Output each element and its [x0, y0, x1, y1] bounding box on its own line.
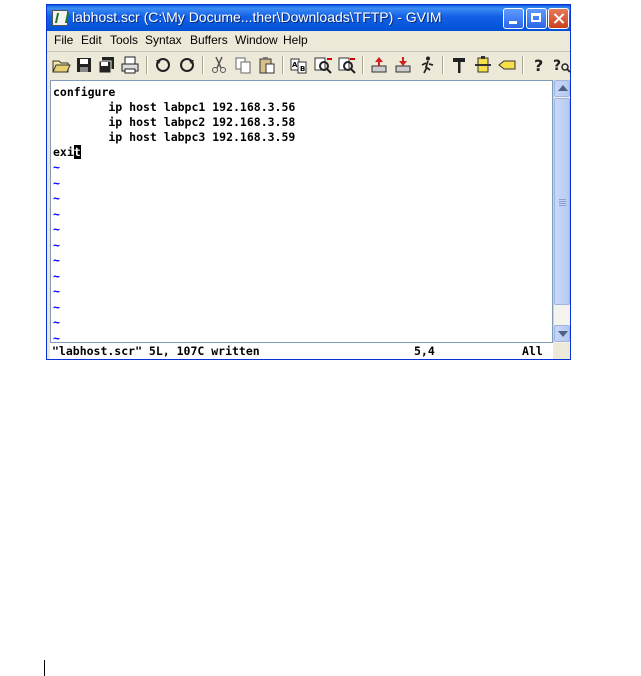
menu-window[interactable]: Window: [235, 33, 278, 47]
grip-line: [559, 205, 566, 206]
run-script-icon[interactable]: [417, 55, 437, 75]
svg-text:B: B: [300, 65, 305, 73]
svg-text:?: ?: [553, 58, 561, 74]
menu-buffers[interactable]: Buffers: [190, 33, 228, 47]
text-line: configure: [53, 85, 116, 99]
tilde-marker: ~: [53, 222, 60, 236]
tilde-marker: ~: [53, 284, 60, 298]
make-icon[interactable]: [449, 55, 469, 75]
maximize-button[interactable]: [526, 8, 547, 29]
help-icon[interactable]: ?: [529, 55, 549, 75]
undo-icon[interactable]: [153, 55, 173, 75]
scroll-thumb[interactable]: [554, 98, 570, 305]
menu-bar: File Edit Tools Syntax Buffers Window He…: [47, 31, 570, 52]
tilde-marker: ~: [53, 253, 60, 267]
find-help-icon[interactable]: ?: [551, 55, 571, 75]
window-title: labhost.scr (C:\My Docume...ther\Downloa…: [72, 9, 442, 25]
toolbar-separator: [146, 56, 148, 74]
tilde-marker: ~: [53, 175, 60, 190]
svg-text:A: A: [292, 61, 298, 69]
cursor-position: 5,4: [414, 344, 435, 358]
menu-help[interactable]: Help: [283, 33, 308, 47]
text-line: ip host labpc2 192.168.3.58: [53, 115, 296, 129]
find-next-icon[interactable]: [313, 55, 333, 75]
text-editor[interactable]: configure ip host labpc1 192.168.3.56 ip…: [50, 80, 553, 345]
toolbar-separator: [202, 56, 204, 74]
redo-icon[interactable]: [177, 55, 197, 75]
command-line: "labhost.scr" 5L, 107C written 5,4 All: [50, 343, 553, 359]
print-icon[interactable]: [120, 55, 140, 75]
shell-icon[interactable]: [473, 55, 493, 75]
grip-line: [559, 201, 566, 202]
menu-tools[interactable]: Tools: [110, 33, 138, 47]
status-message: "labhost.scr" 5L, 107C written: [52, 344, 260, 358]
toolbar-separator: [362, 56, 364, 74]
tilde-marker: ~: [53, 191, 60, 205]
open-icon[interactable]: [51, 55, 71, 75]
toolbar-separator: [282, 56, 284, 74]
toolbar-separator: [442, 56, 444, 74]
find-prev-icon[interactable]: [337, 55, 357, 75]
grip-line: [559, 199, 566, 200]
scroll-up-button[interactable]: [554, 80, 570, 97]
menu-syntax[interactable]: Syntax: [145, 33, 182, 47]
arrow-down-icon: [558, 331, 568, 337]
text-line: ip host labpc1 192.168.3.56: [53, 100, 296, 114]
copy-icon[interactable]: [233, 55, 253, 75]
text-cursor: t: [73, 145, 81, 159]
save-icon[interactable]: [74, 55, 94, 75]
text-line: ip host labpc3 192.168.3.59: [53, 130, 296, 144]
tilde-marker: ~: [53, 206, 60, 221]
toolbar-separator: [522, 56, 524, 74]
tilde-marker: ~: [53, 237, 60, 252]
toolbar: AB ? ?: [47, 52, 571, 78]
menu-edit[interactable]: Edit: [81, 33, 102, 47]
scroll-position: All: [522, 344, 543, 358]
vertical-scrollbar[interactable]: [553, 80, 570, 343]
find-replace-icon[interactable]: AB: [289, 55, 309, 75]
save-session-icon[interactable]: [393, 55, 413, 75]
text-line-current: exit: [53, 145, 81, 160]
menu-file[interactable]: File: [54, 33, 73, 47]
load-session-icon[interactable]: [369, 55, 389, 75]
close-button[interactable]: [548, 8, 569, 29]
text-before-cursor: exi: [53, 145, 74, 159]
cut-icon[interactable]: [209, 55, 229, 75]
gvim-window: labhost.scr (C:\My Docume...ther\Downloa…: [46, 4, 571, 360]
tag-icon[interactable]: [497, 55, 517, 75]
tilde-marker: ~: [53, 160, 60, 174]
minimize-button[interactable]: [503, 8, 524, 29]
page-margin-mark: [44, 660, 45, 676]
vim-app-icon[interactable]: [52, 10, 68, 26]
tilde-marker: ~: [53, 299, 60, 314]
arrow-up-icon: [558, 85, 568, 91]
title-bar[interactable]: labhost.scr (C:\My Docume...ther\Downloa…: [47, 5, 570, 31]
save-all-icon[interactable]: [97, 55, 117, 75]
scroll-down-button[interactable]: [554, 325, 570, 342]
grip-line: [559, 203, 566, 204]
paste-icon[interactable]: [257, 55, 277, 75]
tilde-marker: ~: [53, 315, 60, 329]
svg-text:?: ?: [534, 56, 543, 75]
tilde-marker: ~: [53, 268, 60, 283]
